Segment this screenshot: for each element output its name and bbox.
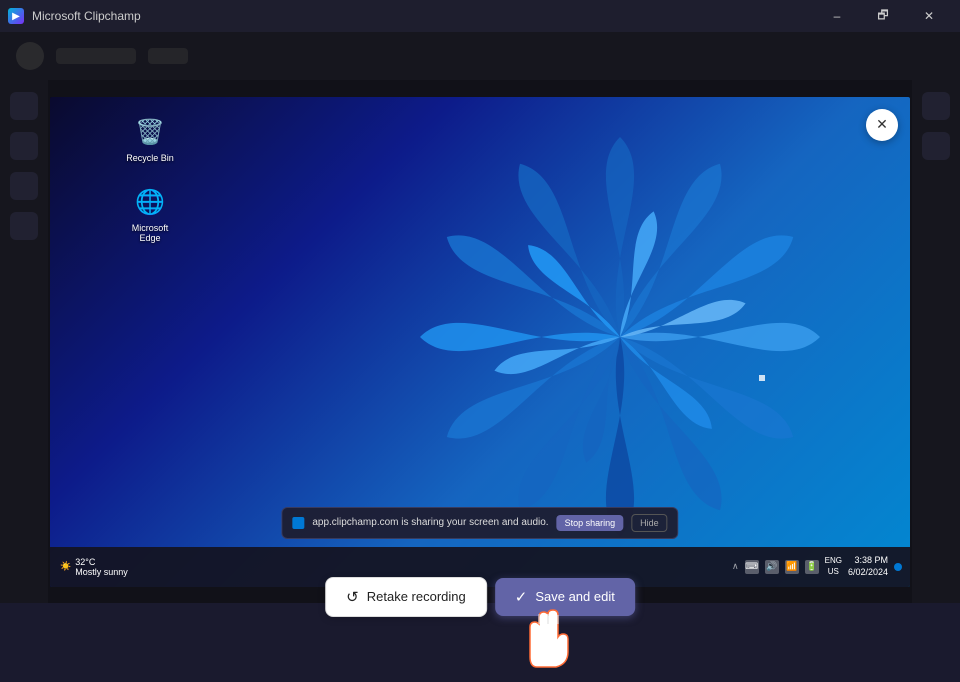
taskbar-weather-desc: Mostly sunny (75, 567, 128, 577)
maximize-button[interactable]: 🗗 (860, 0, 906, 32)
mouse-cursor (759, 375, 765, 381)
preview-close-button[interactable]: ✕ (866, 109, 898, 141)
sidebar-icon-3 (10, 172, 38, 200)
app-icon: ▶ (8, 8, 24, 24)
taskbar-notification-dot (894, 563, 902, 571)
right-sidebar-icon-1 (922, 92, 950, 120)
minimize-button[interactable]: – (814, 0, 860, 32)
toolbar-dot-1 (16, 42, 44, 70)
sharing-icon (292, 517, 304, 529)
taskbar-system-icon-4: 🔋 (805, 560, 819, 574)
bottom-action-bar: ↺ Retake recording ✓ Save and edit (325, 577, 635, 617)
save-label: Save and edit (535, 589, 615, 604)
toolbar-small-1 (148, 48, 188, 64)
taskbar-lang-bot: US (825, 567, 842, 577)
taskbar-language: ENG US (825, 556, 842, 577)
save-and-edit-button[interactable]: ✓ Save and edit (495, 578, 635, 616)
taskbar-lang-top: ENG (825, 556, 842, 566)
taskbar-clock: 3:38 PM (848, 555, 888, 567)
main-content: 🗑️ Recycle Bin 🌐 Microsoft Edge (0, 80, 960, 603)
left-sidebar (0, 80, 48, 603)
stop-sharing-button[interactable]: Stop sharing (557, 515, 624, 531)
preview-container: 🗑️ Recycle Bin 🌐 Microsoft Edge (48, 80, 912, 603)
taskbar-weather: ☀️ 32°C Mostly sunny (60, 557, 128, 577)
taskbar-chevron-icon: ∧ (732, 561, 739, 572)
taskbar-icons: ∧ ⌨ 🔊 📶 🔋 ENG US 3:38 PM (732, 555, 902, 578)
sidebar-icon-2 (10, 132, 38, 160)
taskbar-temp: 32°C (75, 557, 128, 567)
edge-label: Microsoft Edge (120, 223, 180, 245)
screen-preview: 🗑️ Recycle Bin 🌐 Microsoft Edge (50, 97, 910, 587)
right-sidebar (912, 80, 960, 603)
app-area: 🗑️ Recycle Bin 🌐 Microsoft Edge (0, 32, 960, 603)
taskbar-system-icon-3: 📶 (785, 560, 799, 574)
sidebar-icon-4 (10, 212, 38, 240)
window-title: Microsoft Clipchamp (32, 9, 141, 23)
taskbar-system-icon-2: 🔊 (765, 560, 779, 574)
close-button[interactable]: ✕ (906, 0, 952, 32)
title-bar: ▶ Microsoft Clipchamp – 🗗 ✕ (0, 0, 960, 32)
win11-flower-logo (410, 127, 830, 547)
retake-label: Retake recording (367, 589, 466, 604)
top-toolbar (0, 32, 960, 80)
sharing-banner: app.clipchamp.com is sharing your screen… (281, 507, 678, 539)
toolbar-placeholder-1 (56, 48, 136, 64)
edge-icon: 🌐 Microsoft Edge (120, 187, 180, 245)
title-bar-left: ▶ Microsoft Clipchamp (8, 8, 141, 24)
right-sidebar-icon-2 (922, 132, 950, 160)
win11-desktop: 🗑️ Recycle Bin 🌐 Microsoft Edge (50, 97, 910, 587)
window-controls: – 🗗 ✕ (814, 0, 952, 32)
taskbar-system-icon-1: ⌨ (745, 560, 759, 574)
taskbar-time: 3:38 PM 6/02/2024 (848, 555, 888, 578)
recycle-bin-icon: 🗑️ Recycle Bin (120, 117, 180, 164)
sharing-text: app.clipchamp.com is sharing your screen… (312, 517, 548, 528)
sidebar-icon-1 (10, 92, 38, 120)
hide-sharing-button[interactable]: Hide (631, 514, 668, 532)
close-icon: ✕ (876, 116, 888, 133)
recycle-bin-label: Recycle Bin (126, 153, 174, 164)
taskbar-date: 6/02/2024 (848, 567, 888, 579)
retake-recording-button[interactable]: ↺ Retake recording (325, 577, 487, 617)
